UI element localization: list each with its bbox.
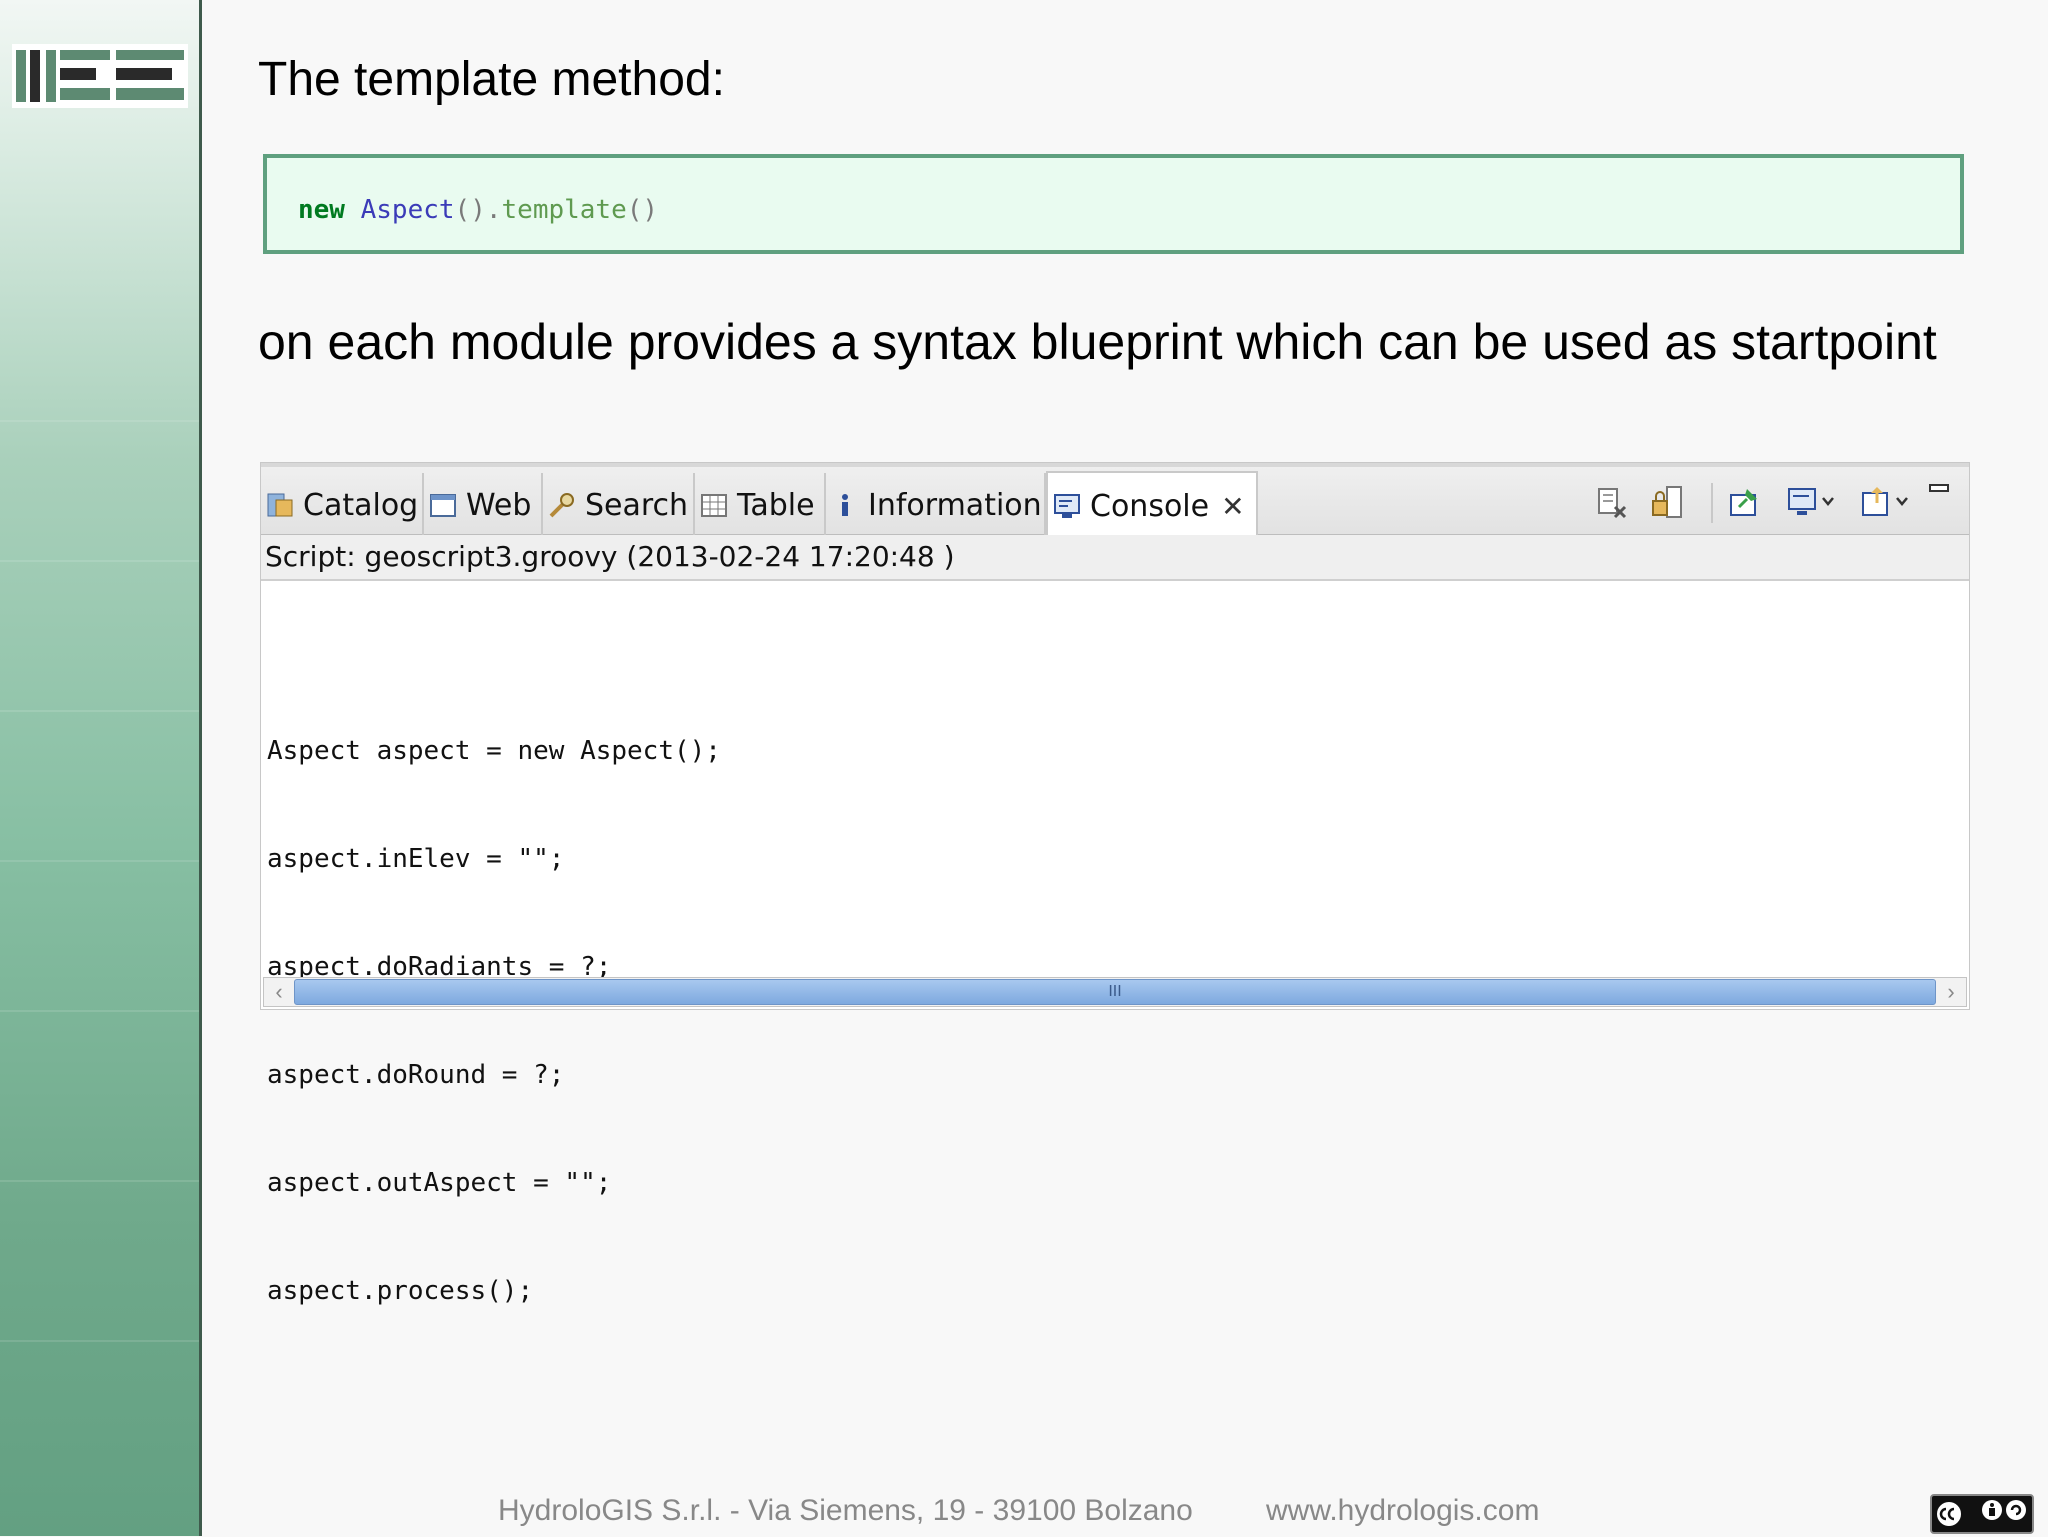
tab-label: Catalog — [303, 487, 419, 523]
console-line: aspect.process(); — [267, 1276, 534, 1306]
horizontal-scrollbar[interactable]: ‹ III › — [263, 977, 1967, 1007]
console-line: aspect.doRound = ?; — [267, 1060, 565, 1090]
slide-title: The template method: — [258, 53, 725, 106]
scroll-right-button[interactable]: › — [1936, 978, 1966, 1006]
code-class: Aspect — [360, 195, 455, 225]
code-punctuation: (). — [454, 195, 502, 225]
tab-web[interactable]: Web — [424, 473, 543, 537]
console-icon — [1052, 491, 1082, 521]
close-icon[interactable]: ✕ — [1221, 490, 1244, 523]
sidebar-decoration — [0, 0, 202, 1536]
tab-label: Console — [1090, 488, 1210, 524]
scrollbar-thumb[interactable]: III — [294, 979, 1936, 1005]
console-toolbar — [1591, 483, 1961, 523]
hydrologis-logo — [12, 44, 188, 108]
open-console-dropdown-icon[interactable] — [1859, 483, 1913, 523]
tab-label: Search — [585, 487, 689, 523]
scroll-lock-icon[interactable] — [1647, 483, 1687, 523]
creative-commons-badge — [1930, 1494, 2034, 1534]
toolbar-separator — [1711, 483, 1713, 523]
pin-console-icon[interactable] — [1725, 483, 1765, 523]
search-icon — [547, 490, 577, 520]
clear-console-icon[interactable] — [1591, 483, 1631, 523]
tab-label: Information — [868, 487, 1042, 523]
code-snippet: new Aspect().template() — [263, 154, 1964, 254]
tab-information[interactable]: Information — [826, 473, 1046, 537]
tab-catalog[interactable]: Catalog — [261, 473, 424, 537]
tab-console[interactable]: Console ✕ — [1046, 471, 1258, 539]
tab-table[interactable]: Table — [695, 473, 826, 537]
tab-label: Web — [466, 487, 532, 523]
display-console-dropdown-icon[interactable] — [1785, 483, 1839, 523]
code-punctuation: () — [626, 195, 659, 225]
footer-company: HydroloGIS S.r.l. - Via Siemens, 19 - 39… — [498, 1494, 1193, 1527]
console-panel: Catalog Web Search Table Information Con… — [260, 462, 1970, 1306]
slide-body-text: on each module provides a syntax bluepri… — [258, 314, 1937, 370]
console-line: aspect.outAspect = ""; — [267, 1168, 612, 1198]
tab-label: Table — [737, 487, 815, 523]
footer-website: www.hydrologis.com — [1266, 1494, 1540, 1527]
view-tab-bar: Catalog Web Search Table Information Con… — [261, 463, 1969, 539]
info-icon — [830, 490, 860, 520]
console-line: aspect.inElev = ""; — [267, 844, 565, 874]
code-method: template — [501, 195, 627, 225]
scroll-left-button[interactable]: ‹ — [264, 978, 294, 1006]
catalog-icon — [265, 490, 295, 520]
console-line: Aspect aspect = new Aspect(); — [267, 736, 721, 766]
table-icon — [699, 490, 729, 520]
window-icon — [428, 490, 458, 520]
minimize-icon[interactable] — [1927, 483, 1953, 523]
code-keyword: new — [298, 195, 345, 225]
console-output[interactable]: Aspect aspect = new Aspect(); aspect.inE… — [267, 661, 721, 1381]
script-info-label: Script: geoscript3.groovy (2013-02-24 17… — [261, 535, 1969, 581]
tab-search[interactable]: Search — [543, 473, 695, 537]
